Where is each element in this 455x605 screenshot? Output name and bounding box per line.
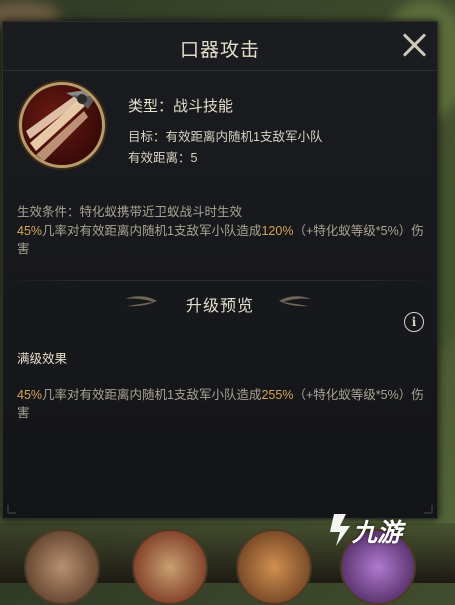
dialog-title: 口器攻击 bbox=[179, 40, 260, 61]
watermark-text: 九游 bbox=[352, 519, 403, 547]
skill-target: 目标：有效距离内随机1支敌军小队 bbox=[128, 130, 323, 144]
close-icon[interactable] bbox=[399, 30, 429, 60]
upgrade-preview-title: 升级预览 bbox=[185, 298, 254, 315]
skill-condition: 生效条件：特化蚁携带近卫蚁战斗时生效 bbox=[17, 205, 243, 219]
max-level-effect-description: 45%几率对有效距离内随机1支敌军小队造成255%（+特化蚁等级*5%）伤害 bbox=[17, 386, 425, 422]
max-effect-chance: 45% bbox=[17, 388, 43, 402]
section-divider bbox=[3, 280, 437, 281]
skill-slot[interactable] bbox=[132, 529, 208, 605]
max-effect-damage: 255% bbox=[261, 388, 294, 402]
corner-ornament-icon bbox=[7, 505, 16, 514]
claw-strike-glyph bbox=[26, 89, 96, 161]
skill-detail-dialog: 口器攻击 类型：战斗技能 目标：有效距离内随机1支敌军小队 有效距离：5 生效条… bbox=[2, 21, 438, 519]
effect-chance: 45% bbox=[17, 224, 43, 238]
max-level-label: 满级效果 bbox=[17, 352, 68, 366]
skill-type: 类型：战斗技能 bbox=[128, 98, 234, 115]
skill-effect-description: 45%几率对有效距离内随机1支敌军小队造成120%（+特化蚁等级*5%）伤害 bbox=[17, 222, 425, 258]
skill-slot[interactable] bbox=[24, 529, 100, 605]
effect-text: 几率对有效距离内随机1支敌军小队造成 bbox=[42, 224, 262, 238]
skill-range: 有效距离：5 bbox=[128, 151, 198, 165]
effect-damage: 120% bbox=[261, 224, 294, 238]
info-icon[interactable]: i bbox=[404, 312, 424, 332]
wing-ornament-right-icon bbox=[279, 296, 311, 307]
dialog-header: 口器攻击 bbox=[3, 22, 437, 71]
skill-slot[interactable] bbox=[236, 529, 312, 605]
max-effect-text: 几率对有效距离内随机1支敌军小队造成 bbox=[42, 388, 262, 402]
claw-strike-icon bbox=[19, 82, 105, 168]
